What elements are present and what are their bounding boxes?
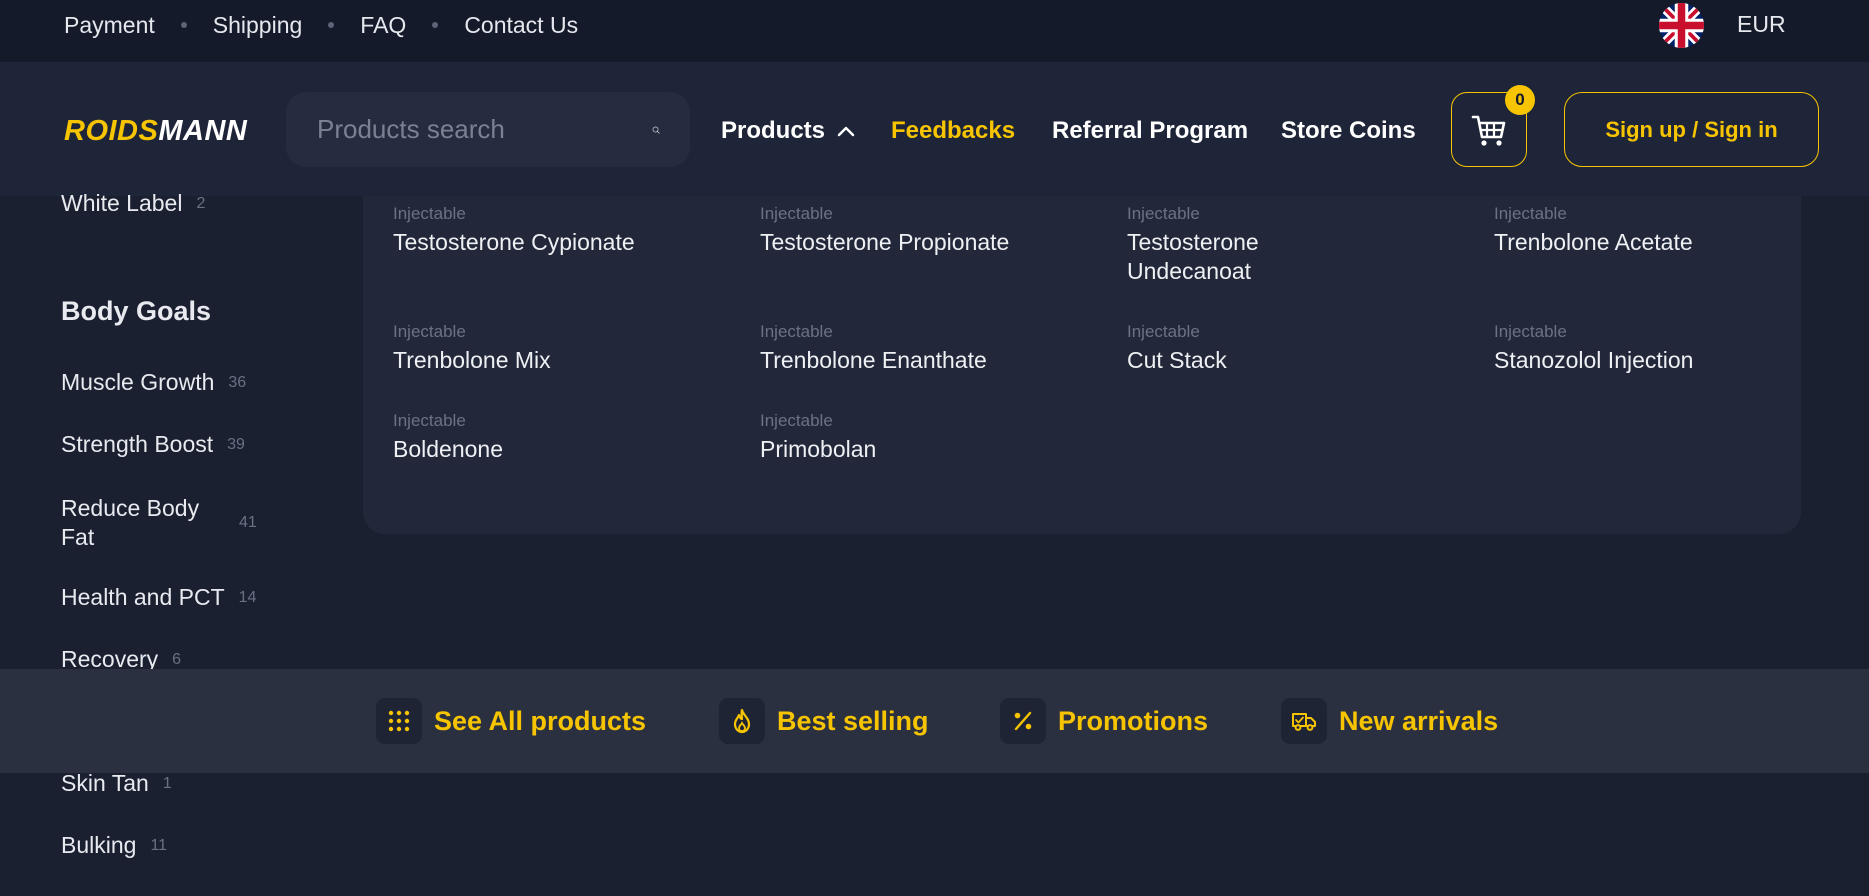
- cart-icon: [1471, 115, 1506, 146]
- percent-icon: [1000, 698, 1046, 744]
- sidebar-item-count: 6: [172, 650, 182, 668]
- quick-links-bar: [0, 669, 1869, 773]
- nav-store-coins[interactable]: Store Coins: [1281, 115, 1416, 147]
- sidebar: White Label 2 Body Goals Muscle Growth 3…: [61, 190, 301, 896]
- separator-dot: [180, 22, 187, 28]
- sidebar-item-label: Muscle Growth: [61, 369, 215, 395]
- sidebar-item-health-and-pct[interactable]: Health and PCT 14: [61, 584, 256, 611]
- cart-count-badge: 0: [1505, 85, 1535, 115]
- grid-icon: [376, 698, 422, 744]
- nav-feedbacks[interactable]: Feedbacks: [891, 115, 1015, 147]
- sidebar-item-count: 1: [162, 774, 172, 792]
- product-item[interactable]: Injectable Boldenone: [393, 411, 713, 464]
- product-name: Cut Stack: [1127, 347, 1227, 373]
- new-arrivals-label: New arrivals: [1339, 705, 1499, 736]
- product-name: Stanozolol Injection: [1494, 347, 1694, 373]
- product-item[interactable]: Injectable Stanozolol Injection: [1494, 322, 1814, 375]
- product-item[interactable]: Injectable Trenbolone Mix: [393, 322, 713, 375]
- product-name: Trenbolone Enanthate: [760, 347, 987, 373]
- product-name: Trenbolone Mix: [393, 347, 551, 373]
- currency-selector[interactable]: EUR: [1737, 11, 1786, 38]
- product-name: Boldenone: [393, 436, 503, 462]
- see-all-products-label: See All products: [434, 705, 647, 736]
- promotions-label: Promotions: [1058, 705, 1209, 736]
- sidebar-item-count: 2: [196, 194, 206, 212]
- sidebar-item-white-label[interactable]: White Label 2: [61, 190, 205, 217]
- body-goals-heading: Body Goals: [61, 296, 212, 326]
- product-category: Injectable: [393, 322, 466, 341]
- promotions-link[interactable]: Promotions: [1000, 698, 1208, 744]
- uk-flag-icon[interactable]: [1659, 3, 1704, 48]
- sidebar-item-label: Bulking: [61, 832, 137, 858]
- nav-products[interactable]: Products: [721, 115, 855, 147]
- product-category: Injectable: [760, 204, 833, 223]
- product-item[interactable]: Injectable Trenbolone Acetate: [1494, 204, 1814, 257]
- logo[interactable]: ROIDSMANN: [64, 115, 247, 148]
- product-category: Injectable: [393, 204, 466, 223]
- logo-part-2: MANN: [158, 115, 248, 147]
- sidebar-item-label: White Label: [61, 190, 183, 216]
- see-all-products-link[interactable]: See All products: [376, 698, 646, 744]
- sidebar-item-count: 41: [239, 514, 257, 531]
- nav-referral-program[interactable]: Referral Program: [1052, 115, 1248, 147]
- sidebar-item-label: Skin Tan: [61, 770, 149, 796]
- product-category: Injectable: [1494, 322, 1567, 341]
- search-box: [286, 92, 690, 167]
- product-name: Primobolan: [760, 436, 877, 462]
- separator-dot: [432, 22, 439, 28]
- sidebar-item-count: 11: [150, 836, 168, 854]
- sidebar-item-count: 14: [238, 588, 257, 606]
- sidebar-item-muscle-growth[interactable]: Muscle Growth 36: [61, 369, 246, 396]
- sidebar-item-count: 39: [227, 435, 245, 453]
- flame-icon: [719, 698, 765, 744]
- product-category: Injectable: [760, 411, 833, 430]
- product-item[interactable]: Injectable Testosterone Cypionate: [393, 204, 713, 257]
- product-category: Injectable: [1127, 322, 1200, 341]
- faq-link[interactable]: FAQ: [360, 12, 406, 39]
- product-category: Injectable: [1127, 204, 1200, 223]
- product-category: Injectable: [760, 322, 833, 341]
- products-dropdown-panel: Injectable Testosterone Cypionate Inject…: [363, 196, 1801, 534]
- sidebar-item-skin-tan[interactable]: Skin Tan 1: [61, 770, 172, 797]
- separator-dot: [328, 22, 335, 28]
- sidebar-item-label: Health and PCT: [61, 584, 225, 610]
- chevron-up-icon: [837, 126, 855, 137]
- logo-part-1: ROIDS: [64, 115, 159, 147]
- product-category: Injectable: [1494, 204, 1567, 223]
- sidebar-item-label: Strength Boost: [61, 431, 214, 457]
- product-category: Injectable: [393, 411, 466, 430]
- search-icon[interactable]: [652, 113, 660, 147]
- sidebar-item-count: 36: [228, 373, 247, 391]
- top-links: Payment Shipping FAQ Contact Us: [64, 0, 578, 50]
- product-item[interactable]: Injectable Testosterone Propionate: [760, 204, 1080, 257]
- shipping-link[interactable]: Shipping: [213, 12, 303, 39]
- sidebar-item-label: Reduce Body Fat: [61, 495, 200, 550]
- product-name: Testosterone Propionate: [760, 229, 1010, 255]
- payment-link[interactable]: Payment: [64, 12, 155, 39]
- new-arrivals-link[interactable]: New arrivals: [1281, 698, 1498, 744]
- product-item[interactable]: Injectable Trenbolone Enanthate: [760, 322, 1080, 375]
- best-selling-link[interactable]: Best selling: [719, 698, 929, 744]
- search-input[interactable]: [317, 114, 652, 145]
- product-item[interactable]: Injectable Primobolan: [760, 411, 1080, 464]
- delivery-truck-icon: [1281, 698, 1327, 744]
- nav-products-label: Products: [721, 117, 826, 144]
- contact-us-link[interactable]: Contact Us: [464, 12, 578, 39]
- product-name: Testosterone Cypionate: [393, 229, 635, 255]
- sign-in-button[interactable]: Sign up / Sign in: [1564, 92, 1819, 167]
- product-item[interactable]: Injectable Cut Stack: [1127, 322, 1447, 375]
- sidebar-item-bulking[interactable]: Bulking 11: [61, 832, 167, 859]
- sidebar-item-strength-boost[interactable]: Strength Boost 39: [61, 431, 245, 458]
- sidebar-item-reduce-body-fat[interactable]: Reduce Body Fat 41: [61, 494, 281, 552]
- product-name: Testosterone Undecanoat: [1127, 229, 1259, 284]
- product-item[interactable]: Injectable Testosterone Undecanoat: [1127, 204, 1327, 286]
- product-name: Trenbolone Acetate: [1494, 229, 1693, 255]
- best-selling-label: Best selling: [777, 705, 929, 736]
